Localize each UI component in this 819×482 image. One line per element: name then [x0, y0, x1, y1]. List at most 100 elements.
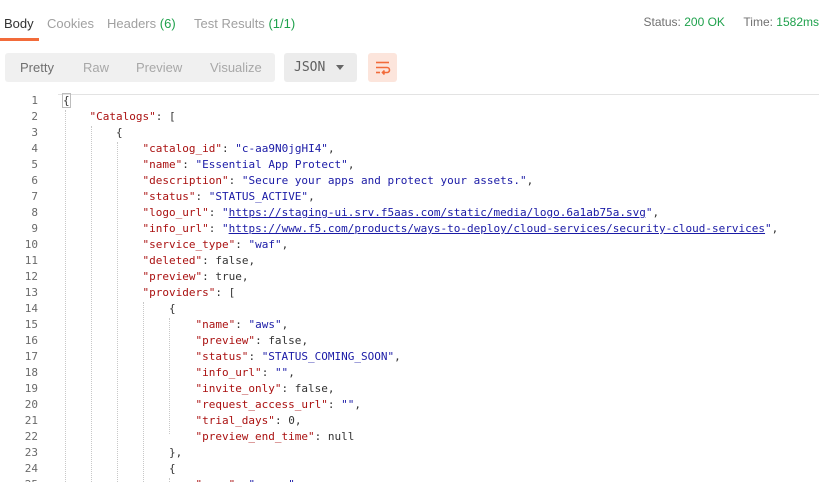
code-line: 22 "preview_end_time": null	[0, 429, 819, 445]
line-number: 11	[24, 254, 38, 267]
code-line: 6 "description": "Secure your apps and p…	[0, 173, 819, 189]
code-line-text: "deleted": false,	[142, 254, 256, 267]
code-line-text: {	[62, 93, 71, 108]
line-number: 10	[24, 238, 38, 251]
line-number: 12	[24, 270, 38, 283]
code-line: 5 "name": "Essential App Protect",	[0, 157, 819, 173]
code-line: 16 "preview": false,	[0, 333, 819, 349]
code-line-text: "Catalogs": [	[89, 110, 176, 123]
code-line-text: "catalog_id": "c-aa9N0jgHI4",	[142, 142, 335, 155]
tab-test-results-label: Test Results	[194, 16, 265, 31]
line-number: 22	[24, 430, 38, 443]
code-line: 1{	[0, 93, 819, 109]
wrap-lines-button[interactable]	[368, 53, 397, 82]
view-pretty-button[interactable]: Pretty	[20, 53, 54, 82]
code-line-text: "status": "STATUS_ACTIVE",	[142, 190, 315, 203]
tab-headers[interactable]: Headers (6)	[107, 16, 176, 31]
code-line-text: "name": "azure",	[63, 477, 301, 482]
code-line: 15 "name": "aws",	[0, 317, 819, 333]
code-line-text: "description": "Secure your apps and pro…	[142, 174, 534, 187]
view-visualize-button[interactable]: Visualize	[210, 53, 262, 82]
url-link[interactable]: https://www.f5.com/products/ways-to-depl…	[229, 222, 765, 235]
line-number: 8	[31, 206, 38, 219]
code-line: 2 "Catalogs": [	[0, 109, 819, 125]
chevron-down-icon	[336, 65, 344, 70]
line-number: 4	[31, 142, 38, 155]
code-line: 21 "trial_days": 0,	[0, 413, 819, 429]
code-line: 20 "request_access_url": "",	[0, 397, 819, 413]
code-line-text: "trial_days": 0,	[195, 414, 302, 427]
view-preview-button[interactable]: Preview	[136, 53, 182, 82]
status-label: Status:	[643, 15, 681, 29]
line-number: 25	[0, 477, 38, 482]
url-link[interactable]: https://staging-ui.srv.f5aas.com/static/…	[229, 206, 646, 219]
code-line: 3 {	[0, 125, 819, 141]
time-value[interactable]: 1582ms	[776, 15, 819, 29]
view-raw-button[interactable]: Raw	[83, 53, 109, 82]
code-line: 18 "info_url": "",	[0, 365, 819, 381]
code-line: 14 {	[0, 301, 819, 317]
time-label: Time:	[743, 15, 773, 29]
code-line: 12 "preview": true,	[0, 269, 819, 285]
line-number: 6	[31, 174, 38, 187]
code-line-text: {	[63, 462, 176, 475]
code-line-text: "request_access_url": "",	[195, 398, 362, 411]
code-line-text: "name": "Essential App Protect",	[142, 158, 355, 171]
code-line-text: "service_type": "waf",	[142, 238, 289, 251]
code-line: 8 "logo_url": "https://staging-ui.srv.f5…	[0, 205, 819, 221]
code-line-text: "preview_end_time": null	[195, 430, 355, 443]
code-line-text: {	[63, 126, 123, 139]
tab-cookies-label: Cookies	[47, 16, 94, 31]
line-number: 15	[24, 318, 38, 331]
code-line: 4 "catalog_id": "c-aa9N0jgHI4",	[0, 141, 819, 157]
code-line: 10 "service_type": "waf",	[0, 237, 819, 253]
tab-test-results-count: (1/1)	[268, 16, 296, 31]
code-line: 24 {	[0, 461, 819, 477]
response-tab-bar: Body Cookies Headers (6) Test Results (1…	[0, 0, 819, 42]
line-number: 18	[24, 366, 38, 379]
active-tab-indicator	[0, 38, 39, 41]
line-number: 14	[24, 302, 38, 315]
format-select[interactable]: JSON	[284, 53, 357, 82]
status-value[interactable]: 200 OK	[684, 15, 725, 29]
code-line: 7 "status": "STATUS_ACTIVE",	[0, 189, 819, 205]
tab-body-label: Body	[4, 16, 34, 31]
code-line: 25 "name": "azure",	[0, 477, 819, 482]
code-line-text: "invite_only": false,	[195, 382, 335, 395]
code-line-text: "preview": false,	[195, 334, 309, 347]
format-select-value: JSON	[294, 60, 326, 75]
line-number: 23	[24, 446, 38, 459]
line-number: 19	[24, 382, 38, 395]
tab-headers-label: Headers	[107, 16, 157, 31]
code-line-text: "providers": [	[142, 286, 236, 299]
code-line: 17 "status": "STATUS_COMING_SOON",	[0, 349, 819, 365]
code-line-text: "logo_url": "https://staging-ui.srv.f5aa…	[142, 206, 660, 219]
code-line: 23 },	[0, 445, 819, 461]
tab-test-results[interactable]: Test Results (1/1)	[194, 16, 295, 31]
line-number: 20	[24, 398, 38, 411]
line-number: 1	[31, 94, 38, 107]
line-number: 24	[24, 462, 38, 475]
code-line-text: },	[63, 446, 183, 459]
view-mode-group: Pretty Raw Preview Visualize	[5, 53, 275, 82]
code-line: 19 "invite_only": false,	[0, 381, 819, 397]
line-number: 16	[24, 334, 38, 347]
line-number: 3	[31, 126, 38, 139]
line-number: 2	[31, 110, 38, 123]
code-line-text: "info_url": "",	[195, 366, 295, 379]
response-meta: Status: 200 OK Time: 1582ms	[644, 15, 819, 29]
tab-cookies[interactable]: Cookies	[47, 16, 94, 31]
code-line-text: "preview": true,	[142, 270, 249, 283]
code-line: 13 "providers": [	[0, 285, 819, 301]
line-number: 21	[24, 414, 38, 427]
response-body-editor[interactable]: 1{2 "Catalogs": [3 {4 "catalog_id": "c-a…	[0, 92, 819, 482]
code-line-text: {	[63, 302, 176, 315]
line-number: 13	[24, 286, 38, 299]
line-number: 7	[31, 190, 38, 203]
tab-headers-count: (6)	[159, 16, 176, 31]
line-number: 5	[31, 158, 38, 171]
code-line: 11 "deleted": false,	[0, 253, 819, 269]
code-line-text: "status": "STATUS_COMING_SOON",	[195, 350, 401, 363]
line-number: 17	[24, 350, 38, 363]
tab-body[interactable]: Body	[4, 16, 34, 31]
